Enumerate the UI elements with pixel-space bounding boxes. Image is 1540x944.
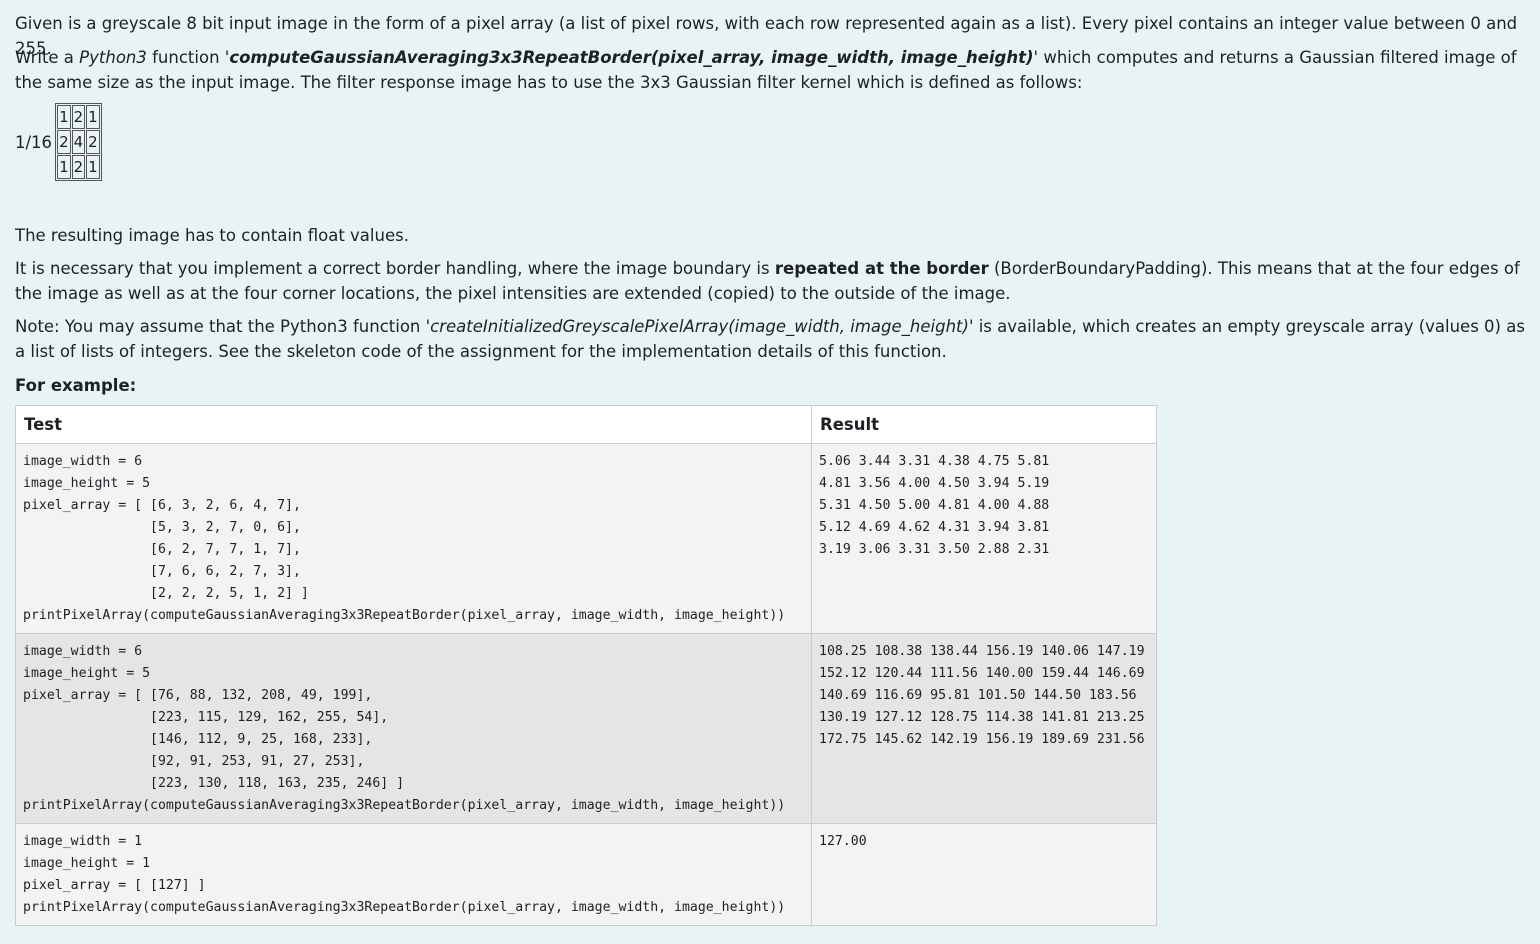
gaussian-kernel: 1/16 1 2 1 2 4 2 1 2 1 [15, 103, 102, 181]
result-output: 5.06 3.44 3.31 4.38 4.75 5.81 4.81 3.56 … [819, 451, 1149, 561]
note-text-a: Note: You may assume that the Python3 fu… [15, 317, 430, 336]
note-paragraph: Note: You may assume that the Python3 fu… [15, 314, 1530, 364]
test-cell: image_width = 6 image_height = 5 pixel_a… [16, 634, 812, 824]
function-signature: computeGaussianAveraging3x3RepeatBorder(… [229, 48, 1033, 67]
table-row: image_width = 1 image_height = 1 pixel_a… [16, 824, 1157, 926]
table-row: image_width = 6 image_height = 5 pixel_a… [16, 444, 1157, 634]
kernel-row: 1 2 1 [57, 105, 100, 129]
table-header-row: Test Result [16, 406, 1157, 444]
kernel-cell: 2 [57, 130, 71, 154]
python-label: Python3 [79, 48, 147, 67]
kernel-factor: 1/16 [15, 133, 52, 152]
kernel-cell: 1 [86, 105, 100, 129]
task-paragraph: Write a Python3 function 'computeGaussia… [15, 45, 1530, 95]
kernel-cell: 2 [72, 105, 86, 129]
result-output: 127.00 [819, 831, 1149, 853]
column-header-test: Test [16, 406, 812, 444]
result-cell: 5.06 3.44 3.31 4.38 4.75 5.81 4.81 3.56 … [812, 444, 1157, 634]
helper-function-name: createInitializedGreyscalePixelArray(ima… [430, 317, 969, 336]
kernel-grid: 1 2 1 2 4 2 1 2 1 [55, 103, 102, 181]
kernel-cell: 4 [72, 130, 86, 154]
test-cell: image_width = 1 image_height = 1 pixel_a… [16, 824, 812, 926]
result-output: 108.25 108.38 138.44 156.19 140.06 147.1… [819, 641, 1149, 751]
table-row: image_width = 6 image_height = 5 pixel_a… [16, 634, 1157, 824]
kernel-row: 2 4 2 [57, 130, 100, 154]
result-cell: 127.00 [812, 824, 1157, 926]
task-text-b: function ' [147, 48, 229, 67]
kernel-cell: 1 [86, 155, 100, 179]
for-example-heading: For example: [15, 373, 136, 398]
kernel-cell: 1 [57, 155, 71, 179]
border-emphasis: repeated at the border [775, 259, 989, 278]
kernel-cell: 2 [86, 130, 100, 154]
column-header-result: Result [812, 406, 1157, 444]
task-text-a: Write a [15, 48, 79, 67]
kernel-cell: 2 [72, 155, 86, 179]
result-cell: 108.25 108.38 138.44 156.19 140.06 147.1… [812, 634, 1157, 824]
test-code: image_width = 6 image_height = 5 pixel_a… [23, 451, 804, 627]
examples-table: Test Result image_width = 6 image_height… [15, 405, 1157, 926]
test-cell: image_width = 6 image_height = 5 pixel_a… [16, 444, 812, 634]
kernel-cell: 1 [57, 105, 71, 129]
float-values-note: The resulting image has to contain float… [15, 223, 409, 248]
border-text-a: It is necessary that you implement a cor… [15, 259, 775, 278]
border-handling-paragraph: It is necessary that you implement a cor… [15, 256, 1530, 306]
kernel-row: 1 2 1 [57, 155, 100, 179]
test-code: image_width = 1 image_height = 1 pixel_a… [23, 831, 804, 919]
test-code: image_width = 6 image_height = 5 pixel_a… [23, 641, 804, 817]
